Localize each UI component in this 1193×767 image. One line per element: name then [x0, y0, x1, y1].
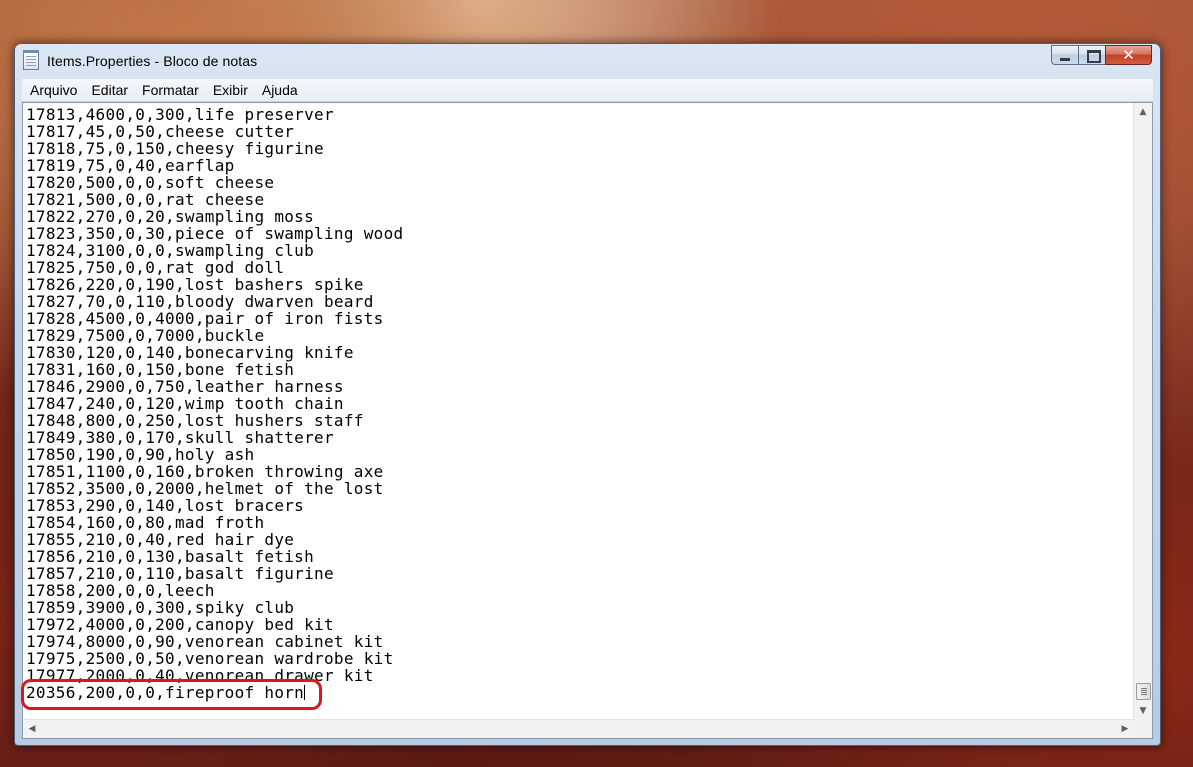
minimize-button[interactable] — [1051, 45, 1078, 65]
text-line: 17853,290,0,140,lost bracers — [26, 496, 305, 515]
text-line: 17855,210,0,40,red hair dye — [26, 530, 295, 549]
text-editor[interactable]: 17813,4600,0,300,life preserver 17817,45,… — [21, 102, 1153, 739]
text-line: 17831,160,0,150,bone fetish — [26, 360, 295, 379]
scroll-thumb[interactable] — [1136, 683, 1151, 700]
text-line: 17846,2900,0,750,leather harness — [26, 377, 344, 396]
text-line: 17972,4000,0,200,canopy bed kit — [26, 615, 334, 634]
text-line: 17849,380,0,170,skull shatterer — [26, 428, 334, 447]
text-line: 17848,800,0,250,lost hushers staff — [26, 411, 364, 430]
text-line: 17820,500,0,0,soft cheese — [26, 173, 275, 192]
text-line: 17854,160,0,80,mad froth — [26, 513, 265, 532]
window-title: Items.Properties - Bloco de notas — [47, 53, 258, 69]
red-highlight-annotation — [21, 679, 322, 710]
scroll-left-arrow-icon[interactable]: ◀ — [23, 720, 41, 738]
menu-formatar[interactable]: Formatar — [135, 79, 206, 101]
text-line: 17858,200,0,0,leech — [26, 581, 215, 600]
vertical-scrollbar[interactable]: ▲ ▼ — [1133, 103, 1152, 720]
scroll-right-arrow-icon[interactable]: ▶ — [1116, 720, 1134, 738]
text-line: 17830,120,0,140,bonecarving knife — [26, 343, 354, 362]
menu-ajuda[interactable]: Ajuda — [255, 79, 305, 101]
text-line: 17975,2500,0,50,venorean wardrobe kit — [26, 649, 394, 668]
text-line: 17847,240,0,120,wimp tooth chain — [26, 394, 344, 413]
text-line: 17850,190,0,90,holy ash — [26, 445, 255, 464]
text-line: 17823,350,0,30,piece of swampling wood — [26, 224, 404, 243]
menu-bar: Arquivo Editar Formatar Exibir Ajuda — [22, 79, 1153, 102]
text-line: 17857,210,0,110,basalt figurine — [26, 564, 334, 583]
notepad-window: Items.Properties - Bloco de notas ✕ Arqu… — [14, 43, 1161, 746]
text-line: 17856,210,0,130,basalt fetish — [26, 547, 315, 566]
menu-arquivo[interactable]: Arquivo — [22, 79, 84, 101]
text-line: 17851,1100,0,160,broken throwing axe — [26, 462, 384, 481]
text-line: 17822,270,0,20,swampling moss — [26, 207, 315, 226]
text-line: 17852,3500,0,2000,helmet of the lost — [26, 479, 384, 498]
close-button[interactable]: ✕ — [1105, 45, 1152, 65]
text-line: 17824,3100,0,0,swampling club — [26, 241, 315, 260]
text-line: 17827,70,0,110,bloody dwarven beard — [26, 292, 374, 311]
menu-exibir[interactable]: Exibir — [206, 79, 255, 101]
text-line: 17974,8000,0,90,venorean cabinet kit — [26, 632, 384, 651]
text-line: 17821,500,0,0,rat cheese — [26, 190, 265, 209]
text-area[interactable]: 17813,4600,0,300,life preserver 17817,45,… — [26, 106, 1130, 714]
scroll-down-arrow-icon[interactable]: ▼ — [1134, 702, 1152, 720]
scroll-up-arrow-icon[interactable]: ▲ — [1134, 103, 1152, 121]
grip-icon — [1141, 688, 1147, 689]
title-bar[interactable]: Items.Properties - Bloco de notas ✕ — [15, 44, 1160, 78]
horizontal-scrollbar[interactable]: ◀ ▶ — [23, 719, 1134, 738]
text-line: 17828,4500,0,4000,pair of iron fists — [26, 309, 384, 328]
text-line: 17826,220,0,190,lost bashers spike — [26, 275, 364, 294]
minimize-icon — [1060, 58, 1070, 61]
maximize-icon — [1087, 50, 1101, 63]
text-line: 17859,3900,0,300,spiky club — [26, 598, 295, 617]
text-line: 17813,4600,0,300,life preserver — [26, 106, 334, 124]
text-line: 17819,75,0,40,earflap — [26, 156, 235, 175]
text-line: 17817,45,0,50,cheese cutter — [26, 122, 295, 141]
caption-buttons: ✕ — [1051, 45, 1152, 66]
text-line: 17818,75,0,150,cheesy figurine — [26, 139, 324, 158]
scrollbar-corner — [1134, 720, 1152, 738]
close-icon: ✕ — [1122, 46, 1135, 64]
text-line: 17829,7500,0,7000,buckle — [26, 326, 265, 345]
maximize-button[interactable] — [1078, 45, 1105, 65]
menu-editar[interactable]: Editar — [84, 79, 135, 101]
text-line: 17825,750,0,0,rat god doll — [26, 258, 285, 277]
notepad-icon — [23, 50, 39, 70]
